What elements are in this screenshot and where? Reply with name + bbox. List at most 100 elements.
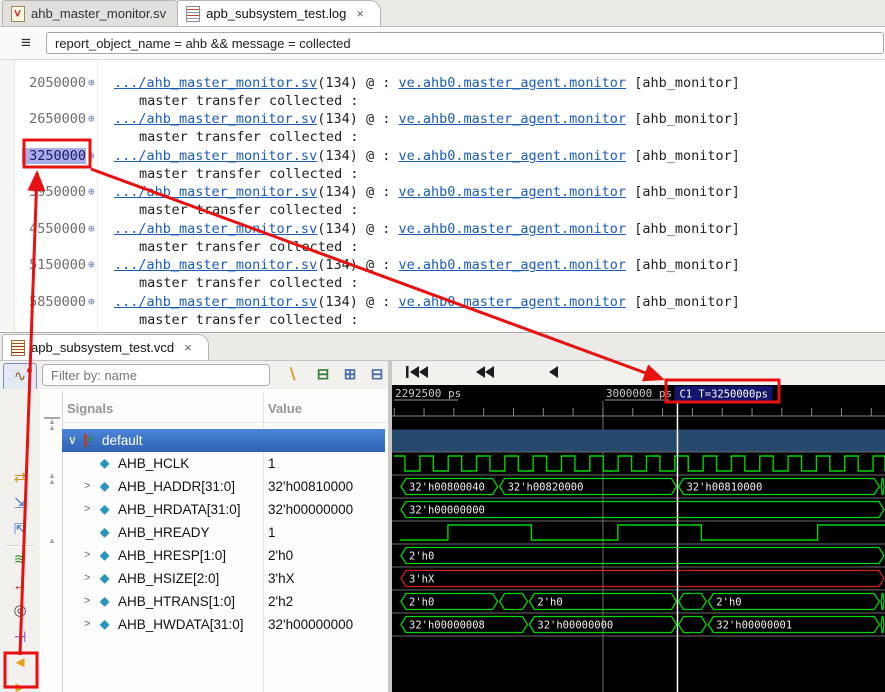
scroll-marker-icon[interactable]: ▲	[44, 538, 60, 544]
signal-row-AHB_HRESP[1:0][interactable]: >◆AHB_HRESP[1:0]2'h0	[62, 544, 385, 567]
sync-selection-icon[interactable]: ⇄	[8, 467, 32, 489]
signal-filter-input[interactable]	[42, 364, 270, 386]
source-file-link[interactable]: .../ahb_master_monitor.sv	[114, 148, 317, 164]
log-timestamp[interactable]: 4550000	[22, 221, 86, 237]
signal-row-AHB_HREADY[interactable]: ◆AHB_HREADY1	[62, 521, 385, 544]
expand-all-icon[interactable]: ⊞	[339, 365, 361, 385]
hierarchy-path-link[interactable]: ve.ahb0.master_agent.monitor	[398, 148, 626, 164]
signal-value: 32'h00810000	[268, 475, 353, 498]
signal-row-AHB_HADDR[31:0][interactable]: >◆AHB_HADDR[31:0]32'h00810000	[62, 475, 385, 498]
signal-value: 3'hX	[268, 567, 295, 590]
log-text: [ahb_monitor]	[626, 148, 740, 164]
signal-icon: ◆	[100, 613, 109, 636]
log-timestamp[interactable]: 3950000	[22, 184, 86, 200]
fast-rewind-icon[interactable]	[476, 366, 494, 378]
hierarchy-path-link[interactable]: ve.ahb0.master_agent.monitor	[398, 111, 626, 127]
signal-row-AHB_HSIZE[2:0][interactable]: >◆AHB_HSIZE[2:0]3'hX	[62, 567, 385, 590]
cursor-info-icon[interactable]: ⊣	[8, 627, 32, 649]
collapse-all-icon[interactable]: ⊟	[366, 365, 388, 385]
log-text: (134) @ :	[317, 257, 398, 273]
log-message-detail: master transfer collected :	[139, 166, 358, 182]
log-timestamp[interactable]: 2650000	[22, 111, 86, 127]
log-message-line: .../ahb_master_monitor.sv(134) @ : ve.ah…	[114, 184, 740, 200]
log-timestamp[interactable]: 3250000	[22, 148, 86, 164]
chevron-right-icon[interactable]: >	[84, 590, 90, 613]
log-message-detail: master transfer collected :	[139, 129, 358, 145]
wave-row-AHB_HTRANS[1:0]: 2'h02'h02'h0	[401, 594, 884, 610]
source-file-link[interactable]: .../ahb_master_monitor.sv	[114, 75, 317, 91]
source-file-link[interactable]: .../ahb_master_monitor.sv	[114, 111, 317, 127]
signal-value: 2'h0	[268, 544, 293, 567]
prev-edge-icon[interactable]: ◄	[8, 652, 32, 674]
wave-row-AHB_HSIZE[2:0]: 3'hX	[401, 571, 884, 587]
source-file-link[interactable]: .../ahb_master_monitor.sv	[114, 294, 317, 310]
chevron-right-icon[interactable]: >	[84, 567, 90, 590]
clear-filter-icon[interactable]: ∖	[281, 365, 303, 385]
log-timestamp[interactable]: 5150000	[22, 257, 86, 273]
hierarchy-path-link[interactable]: ve.ahb0.master_agent.monitor	[398, 294, 626, 310]
scroll-marker-icon[interactable]: ▲▲	[44, 473, 60, 485]
source-file-link[interactable]: .../ahb_master_monitor.sv	[114, 221, 317, 237]
close-icon[interactable]: ×	[356, 9, 364, 19]
signal-value: 1	[268, 452, 276, 475]
chevron-right-icon[interactable]: >	[84, 544, 90, 567]
signal-row-AHB_HCLK[interactable]: ◆AHB_HCLK1	[62, 452, 385, 475]
wave-row-AHB_HREADY	[400, 525, 885, 540]
hierarchy-path-link[interactable]: ve.ahb0.master_agent.monitor	[398, 221, 626, 237]
signal-icon: ◆	[100, 475, 109, 498]
log-view[interactable]: 2050000⊕.../ahb_master_monitor.sv(134) @…	[0, 60, 885, 331]
close-icon[interactable]: ×	[184, 343, 192, 353]
log-filter-input[interactable]	[46, 32, 884, 54]
svg-text:2'h0: 2'h0	[409, 597, 434, 609]
log-message-line: .../ahb_master_monitor.sv(134) @ : ve.ah…	[114, 294, 740, 310]
tab-apb_subsystem_test.log[interactable]: apb_subsystem_test.log×	[177, 0, 381, 26]
selected-group-band	[392, 430, 885, 452]
log-message-line: .../ahb_master_monitor.sv(134) @ : ve.ah…	[114, 257, 740, 273]
log-message-detail: master transfer collected :	[139, 239, 358, 255]
expand-icon[interactable]: ⊕	[88, 222, 95, 235]
expand-icon[interactable]: ⊕	[88, 112, 95, 125]
tab-ahb_master_monitor.sv[interactable]: ahb_master_monitor.sv	[2, 0, 183, 26]
hierarchy-path-link[interactable]: ve.ahb0.master_agent.monitor	[398, 257, 626, 273]
log-timestamp[interactable]: 2050000	[22, 75, 86, 91]
menu-icon[interactable]: ≡	[14, 33, 38, 53]
signal-row-AHB_HRDATA[31:0][interactable]: >◆AHB_HRDATA[31:0]32'h00000000	[62, 498, 385, 521]
step-back-icon[interactable]	[549, 366, 558, 378]
wave-row-AHB_HADDR[31:0]: 32'h0080004032'h0082000032'h008100003	[401, 479, 885, 495]
log-entry: 3950000⊕ .../ahb_master_monitor.sv(134) @…	[0, 184, 885, 221]
skip-to-start-icon[interactable]	[406, 366, 428, 378]
scroll-marker-icon[interactable]: ▲▲	[44, 417, 60, 431]
link-with-editor-icon[interactable]: ⊟	[312, 365, 334, 385]
expand-icon[interactable]: ⊕	[88, 295, 95, 308]
expand-icon[interactable]: ⊕	[88, 149, 95, 162]
wave-toolbar-vertical: ⇄⇲⇱≋↔◎⊣◄►▤	[0, 389, 41, 692]
hierarchy-path-link[interactable]: ve.ahb0.master_agent.monitor	[398, 75, 626, 91]
zoom-in-icon[interactable]: ⇲	[8, 493, 32, 515]
waveform-canvas[interactable]: 32'h0080004032'h0082000032'h00810000332'…	[392, 385, 885, 692]
expand-icon[interactable]: ⊕	[88, 185, 95, 198]
signal-row-AHB_HTRANS[1:0][interactable]: >◆AHB_HTRANS[1:0]2'h2	[62, 590, 385, 613]
log-timestamp[interactable]: 5850000	[22, 294, 86, 310]
source-file-link[interactable]: .../ahb_master_monitor.sv	[114, 184, 317, 200]
signal-row-default[interactable]: ∨≡default	[62, 429, 385, 452]
tab-apb_subsystem_test.vcd[interactable]: apb_subsystem_test.vcd×	[2, 334, 209, 360]
signal-icon: ◆	[100, 452, 109, 475]
log-message-detail: master transfer collected :	[139, 93, 358, 109]
signal-row-AHB_HWDATA[31:0][interactable]: >◆AHB_HWDATA[31:0]32'h00000000	[62, 613, 385, 636]
chevron-down-icon[interactable]: ∨	[68, 429, 77, 452]
expand-icon[interactable]: ⊕	[88, 258, 95, 271]
group-icon: ≡	[84, 434, 100, 447]
chevron-right-icon[interactable]: >	[84, 498, 90, 521]
chevron-right-icon[interactable]: >	[84, 475, 90, 498]
cursor-range-icon[interactable]: ↔	[8, 575, 32, 597]
next-edge-icon[interactable]: ►	[8, 677, 32, 692]
hierarchy-path-link[interactable]: ve.ahb0.master_agent.monitor	[398, 184, 626, 200]
zoom-out-icon[interactable]: ⇱	[8, 519, 32, 541]
wave-measure-icon[interactable]: ≋	[8, 549, 32, 571]
source-file-link[interactable]: .../ahb_master_monitor.sv	[114, 257, 317, 273]
search-value-icon[interactable]: ◎	[8, 600, 32, 622]
cursor-label: C1 T=3250000ps	[679, 389, 768, 401]
chevron-right-icon[interactable]: >	[84, 613, 90, 636]
log-text: [ahb_monitor]	[626, 111, 740, 127]
expand-icon[interactable]: ⊕	[88, 76, 95, 89]
